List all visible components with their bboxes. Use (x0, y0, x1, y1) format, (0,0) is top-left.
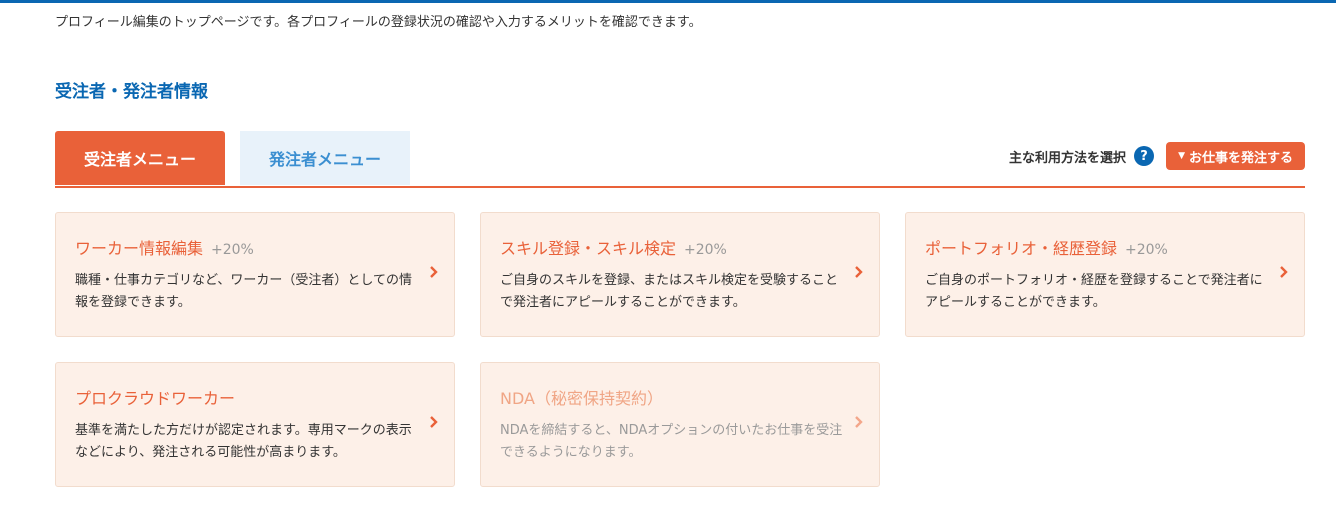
order-work-button-label: お仕事を発注する (1188, 150, 1293, 166)
usage-mode-select: 主な利用方法を選択 ? ▼ お仕事を発注する (1009, 142, 1305, 170)
chevron-right-icon (430, 416, 438, 428)
card-title: スキル登録・スキル検定 +20% (500, 235, 727, 259)
card-title: ワーカー情報編集 +20% (75, 235, 254, 259)
chevron-right-icon (855, 266, 863, 278)
card-title-text: NDA（秘密保持契約） (500, 389, 663, 408)
caret-down-icon: ▼ (1178, 151, 1185, 161)
card-title-text: ワーカー情報編集 (75, 239, 204, 258)
card-pro-crowdworker[interactable]: プロクラウドワーカー 基準を満たした方だけが認定されます。専用マークの表示などに… (55, 362, 455, 487)
card-bonus: +20% (684, 242, 727, 258)
card-title: プロクラウドワーカー (75, 385, 235, 409)
page-intro-text: プロフィール編集のトップページです。各プロフィールの登録状況の確認や入力するメリ… (55, 15, 702, 30)
chevron-right-icon (430, 266, 438, 278)
section-title: 受注者・発注者情報 (55, 82, 208, 102)
card-description: ご自身のスキルを登録、またはスキル検定を受験することで発注者にアピールすることが… (500, 273, 839, 310)
question-circle-icon[interactable]: ? (1134, 146, 1155, 166)
card-title: ポートフォリオ・経歴登録 +20% (925, 235, 1168, 259)
card-title: NDA（秘密保持契約） (500, 385, 663, 409)
card-title-text: ポートフォリオ・経歴登録 (925, 239, 1118, 258)
card-description: 基準を満たした方だけが認定されます。専用マークの表示などにより、発注される可能性… (75, 423, 412, 460)
card-bonus: +20% (1125, 242, 1168, 258)
card-description: 職種・仕事カテゴリなど、ワーカー（受注者）としての情報を登録できます。 (75, 273, 412, 310)
menu-tabs: 受注者メニュー 発注者メニュー 主な利用方法を選択 ? ▼ お仕事を発注する (55, 131, 1305, 188)
card-nda[interactable]: NDA（秘密保持契約） NDAを締結すると、NDAオプションの付いたお仕事を受注… (480, 362, 880, 487)
card-description: NDAを締結すると、NDAオプションの付いたお仕事を受注できるようになります。 (500, 423, 843, 460)
top-accent-rule (0, 0, 1336, 3)
chevron-right-icon (1280, 266, 1288, 278)
order-work-button[interactable]: ▼ お仕事を発注する (1166, 142, 1305, 170)
card-bonus: +20% (211, 242, 254, 258)
usage-mode-label: 主な利用方法を選択 (1009, 150, 1127, 166)
card-worker-info[interactable]: ワーカー情報編集 +20% 職種・仕事カテゴリなど、ワーカー（受注者）としての情報… (55, 212, 455, 337)
chevron-right-icon (855, 416, 863, 428)
tab-client-menu[interactable]: 発注者メニュー (240, 131, 410, 185)
card-title-text: プロクラウドワーカー (75, 389, 236, 408)
card-title-text: スキル登録・スキル検定 (500, 239, 677, 258)
card-portfolio-career[interactable]: ポートフォリオ・経歴登録 +20% ご自身のポートフォリオ・経歴を登録することで発… (905, 212, 1305, 337)
card-description: ご自身のポートフォリオ・経歴を登録することで発注者にアピールすることができます。 (925, 273, 1263, 310)
card-skill-registration[interactable]: スキル登録・スキル検定 +20% ご自身のスキルを登録、またはスキル検定を受験する… (480, 212, 880, 337)
tab-worker-menu[interactable]: 受注者メニュー (55, 131, 225, 185)
